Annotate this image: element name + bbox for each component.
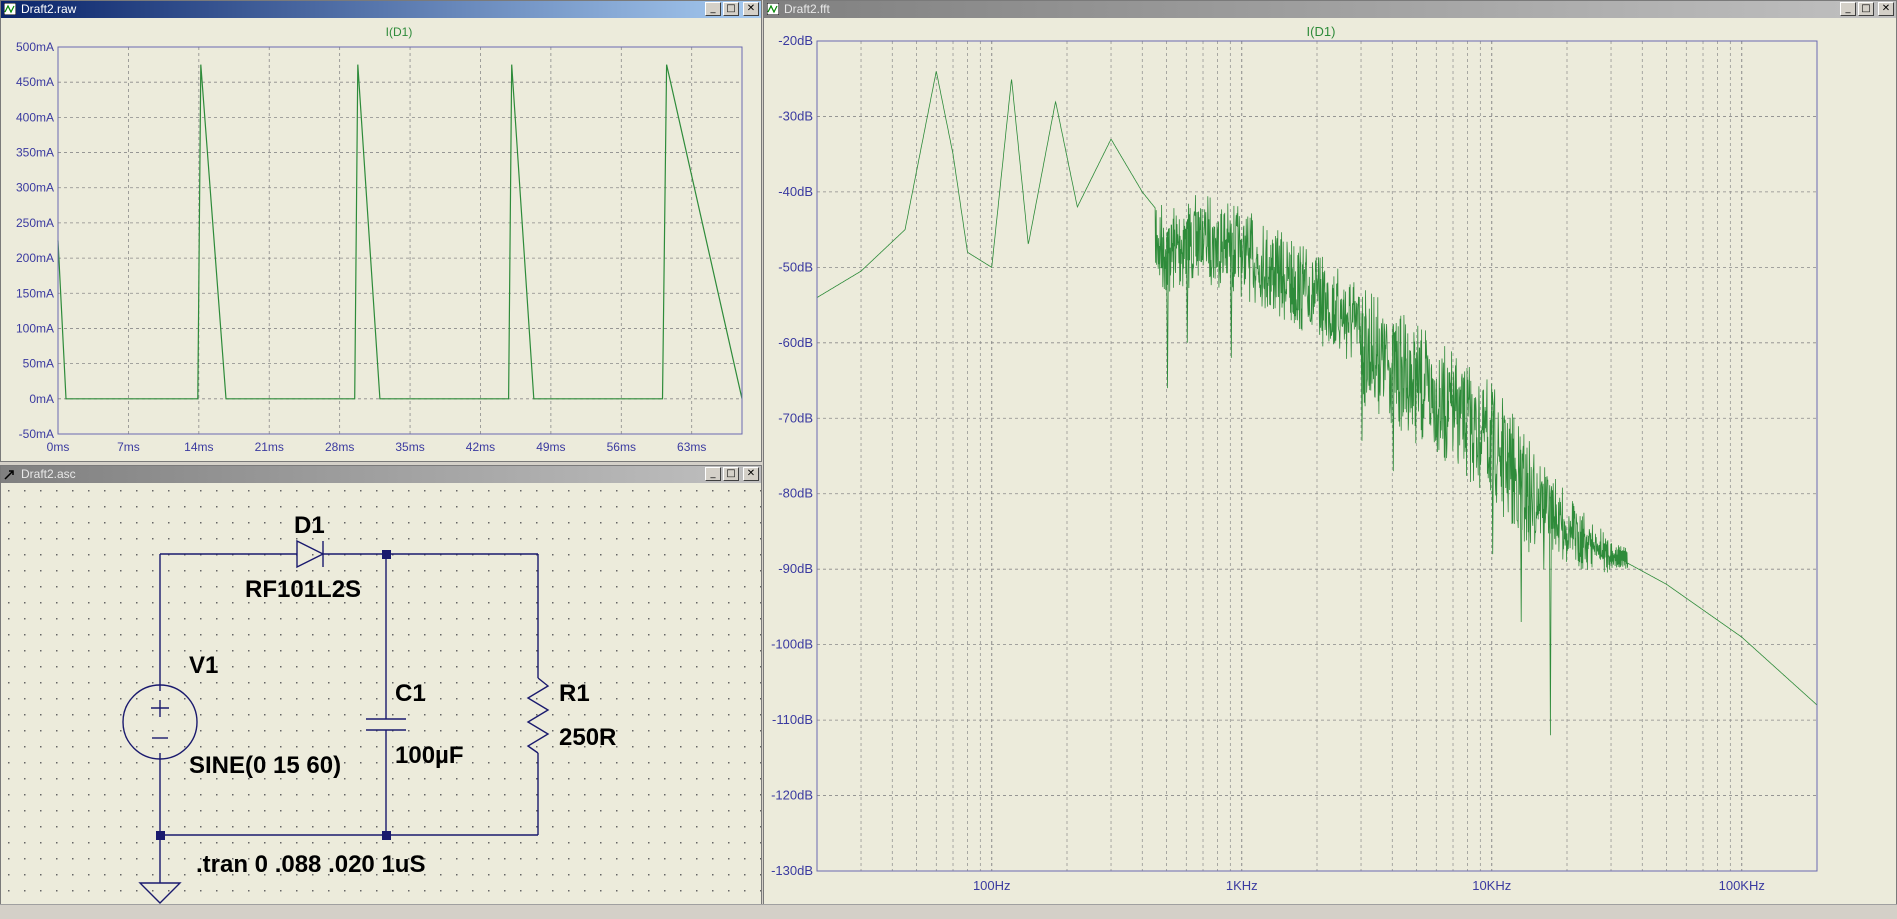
raw-x-tick: 49ms (536, 440, 565, 454)
d1-name-label[interactable]: D1 (294, 512, 325, 539)
fft-window-title: Draft2.fft (784, 2, 830, 16)
fft-y-tick: -90dB (778, 561, 813, 576)
asc-window-title: Draft2.asc (21, 467, 76, 481)
fft-y-tick: -130dB (771, 863, 813, 878)
schematic-grid (1, 483, 761, 904)
raw-waveform-plot[interactable]: I(D1) 500mA 450mA 400mA 350mA 300mA 250mA 200m… (1, 18, 761, 461)
maximize-button[interactable]: □ (1858, 2, 1874, 16)
fft-y-tick: -120dB (771, 788, 813, 803)
raw-y-tick: 0mA (29, 392, 54, 406)
fft-window[interactable]: Draft2.fft _ □ ✕ I(D1) -20dB -30dB -40dB -5… (763, 0, 1897, 905)
r1-value-label[interactable]: 250R (559, 724, 616, 751)
schematic-app-icon (4, 470, 14, 480)
r1-name-label[interactable]: R1 (559, 680, 590, 707)
raw-plot-frame (57, 46, 743, 435)
raw-x-tick: 63ms (677, 440, 706, 454)
raw-y-tick: 100mA (16, 321, 54, 335)
v1-name-label[interactable]: V1 (189, 652, 218, 679)
raw-x-tick: 0ms (47, 440, 70, 454)
raw-y-tick: 250mA (16, 216, 54, 230)
fft-x-tick: 10KHz (1472, 878, 1511, 893)
fft-y-tick: -80dB (778, 486, 813, 501)
fft-y-tick: -100dB (771, 637, 813, 652)
fft-window-titlebar[interactable]: Draft2.fft _ □ ✕ (764, 1, 1896, 18)
raw-x-tick: 56ms (607, 440, 636, 454)
d1-value-label[interactable]: RF101L2S (245, 576, 361, 603)
asc-window-titlebar[interactable]: Draft2.asc _ □ ✕ (1, 466, 761, 483)
raw-y-tick: 200mA (16, 251, 54, 265)
raw-y-tick: 150mA (16, 286, 54, 300)
raw-y-tick: 50mA (23, 357, 54, 371)
minimize-button[interactable]: _ (705, 2, 721, 16)
waveform-app-icon (4, 3, 16, 15)
raw-x-tick: 42ms (466, 440, 495, 454)
v1-value-label[interactable]: SINE(0 15 60) (189, 752, 341, 779)
raw-window-titlebar[interactable]: Draft2.raw _ □ ✕ (1, 1, 761, 18)
fft-trace-label[interactable]: I(D1) (1307, 24, 1336, 39)
raw-x-tick: 28ms (325, 440, 354, 454)
raw-x-tick: 7ms (117, 440, 140, 454)
fft-spectrum-plot[interactable]: I(D1) -20dB -30dB -40dB -50dB -60dB -70dB -80d… (764, 18, 1896, 904)
raw-trace-line[interactable] (57, 64, 743, 400)
fft-x-tick: 1KHz (1226, 878, 1258, 893)
fft-y-tick: -50dB (778, 259, 813, 274)
fft-y-tick: -70dB (778, 410, 813, 425)
junction-dot (156, 831, 165, 840)
raw-window-title: Draft2.raw (21, 2, 77, 16)
junction-dot (382, 550, 391, 559)
raw-y-tick: -50mA (19, 427, 54, 441)
fft-x-tick: 100Hz (973, 878, 1011, 893)
minimize-button[interactable]: _ (1840, 2, 1856, 16)
maximize-button[interactable]: □ (723, 2, 739, 16)
junction-dot (382, 831, 391, 840)
fft-y-tick: -110dB (772, 712, 813, 727)
raw-waveform-window[interactable]: Draft2.raw _ □ ✕ I(D1) 500mA 450mA 400mA 35… (0, 0, 762, 462)
waveform-app-icon (767, 3, 779, 15)
raw-trace-label[interactable]: I(D1) (386, 25, 413, 39)
fft-y-tick: -60dB (778, 335, 813, 350)
schematic-window[interactable]: Draft2.asc _ □ ✕ D1 RF101L2S V1 SINE(0 1… (0, 465, 762, 905)
minimize-button[interactable]: _ (705, 467, 721, 481)
raw-y-tick: 300mA (16, 181, 54, 195)
horizontal-scrollbar[interactable] (0, 904, 1897, 919)
fft-y-tick: -40dB (778, 184, 813, 199)
raw-y-tick: 400mA (16, 110, 54, 124)
close-button[interactable]: ✕ (743, 467, 759, 481)
close-button[interactable]: ✕ (1878, 2, 1894, 16)
fft-x-tick: 100KHz (1719, 878, 1765, 893)
raw-x-tick: 35ms (395, 440, 424, 454)
tran-directive[interactable]: .tran 0 .088 .020 1uS (196, 851, 425, 878)
c1-name-label[interactable]: C1 (395, 680, 426, 707)
schematic-canvas[interactable]: D1 RF101L2S V1 SINE(0 15 60) C1 100µF R1… (1, 483, 761, 904)
raw-y-tick: 350mA (16, 146, 54, 160)
fft-y-tick: -30dB (778, 108, 813, 123)
raw-x-tick: 14ms (184, 440, 213, 454)
c1-value-label[interactable]: 100µF (395, 742, 464, 769)
raw-x-tick: 21ms (255, 440, 284, 454)
close-button[interactable]: ✕ (743, 2, 759, 16)
maximize-button[interactable]: □ (723, 467, 739, 481)
raw-y-tick: 450mA (16, 75, 54, 89)
fft-y-tick: -20dB (778, 33, 813, 48)
raw-y-tick: 500mA (16, 40, 54, 54)
